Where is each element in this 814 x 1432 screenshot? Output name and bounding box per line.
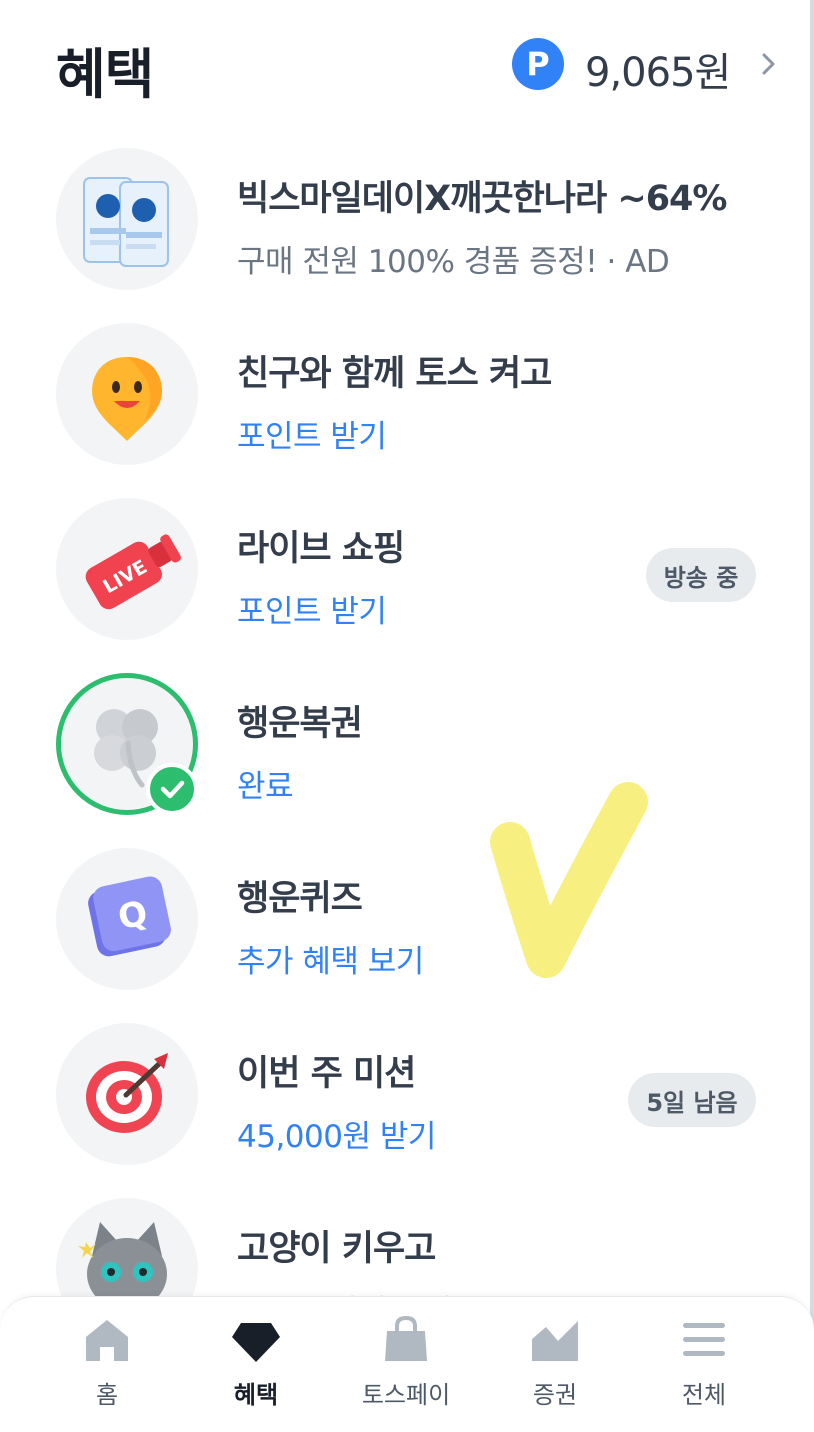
benefit-title: 고양이 키우고 bbox=[237, 1229, 436, 1269]
benefit-item-ad[interactable]: 빅스마일데이X깨끗한나라 ~64% 구매 전원 100% 경품 증정! · AD bbox=[0, 148, 814, 294]
tab-all[interactable]: 전체 bbox=[649, 1315, 759, 1425]
status-badge: 방송 중 bbox=[646, 548, 756, 602]
tab-label: 혜택 bbox=[233, 1381, 279, 1409]
tab-label: 홈 bbox=[95, 1381, 119, 1409]
chevron-right-icon[interactable] bbox=[758, 52, 778, 76]
target-dart-icon bbox=[56, 1023, 198, 1165]
tab-tosspay[interactable]: 토스페이 bbox=[351, 1315, 461, 1425]
benefit-title: 이번 주 미션 bbox=[237, 1054, 416, 1094]
header: 혜택 P 9,065원 bbox=[0, 0, 814, 130]
tissue-product-image bbox=[56, 148, 198, 290]
diamond-icon bbox=[232, 1323, 280, 1362]
benefit-item-weekly-mission[interactable]: 이번 주 미션 45,000원 받기 5일 남음 bbox=[0, 1023, 814, 1169]
tab-label: 전체 bbox=[681, 1381, 727, 1409]
benefit-title: 행운복권 bbox=[237, 704, 363, 744]
benefit-action: 포인트 받기 bbox=[237, 594, 387, 630]
benefit-action: 포인트 받기 bbox=[237, 419, 387, 455]
benefit-action: 45,000원 받기 bbox=[237, 1119, 436, 1155]
chart-icon bbox=[532, 1321, 578, 1361]
yellow-checkmark-annotation bbox=[490, 782, 648, 978]
check-icon bbox=[146, 763, 198, 815]
home-icon bbox=[86, 1320, 128, 1361]
bottom-tab-bar: 홈 혜택 토스페이 증권 전체 bbox=[0, 1296, 814, 1432]
benefit-title: 행운퀴즈 bbox=[237, 879, 363, 919]
status-badge: 5일 남음 bbox=[628, 1073, 756, 1127]
quiz-cube-icon: Q bbox=[56, 848, 198, 990]
benefits-list: 빅스마일데이X깨끗한나라 ~64% 구매 전원 100% 경품 증정! · AD… bbox=[0, 148, 814, 1296]
tab-stocks[interactable]: 증권 bbox=[500, 1315, 610, 1425]
smiley-pin-icon bbox=[56, 323, 198, 465]
benefit-item-quiz[interactable]: Q 행운퀴즈 추가 혜택 보기 bbox=[0, 848, 814, 994]
benefit-action: 무료로 간식 받기 bbox=[237, 1286, 452, 1296]
live-bottle-icon: LIVE bbox=[56, 498, 198, 640]
benefit-item-lottery[interactable]: 행운복권 완료 bbox=[0, 673, 814, 819]
benefit-subtitle: 구매 전원 100% 경품 증정! · AD bbox=[237, 244, 670, 280]
benefit-status: 완료 bbox=[237, 769, 294, 805]
benefit-title: 빅스마일데이X깨끗한나라 ~64% bbox=[237, 179, 727, 219]
menu-icon bbox=[683, 1323, 725, 1356]
page-title: 혜택 bbox=[56, 43, 154, 106]
benefit-action: 추가 혜택 보기 bbox=[237, 944, 424, 980]
benefit-title: 친구와 함께 토스 켜고 bbox=[237, 354, 552, 394]
shopping-bag-icon bbox=[385, 1315, 427, 1361]
tab-label: 토스페이 bbox=[361, 1381, 451, 1409]
tab-home[interactable]: 홈 bbox=[52, 1315, 162, 1425]
point-icon[interactable]: P bbox=[512, 38, 564, 90]
tab-label: 증권 bbox=[532, 1381, 578, 1409]
point-amount[interactable]: 9,065원 bbox=[585, 40, 731, 98]
benefit-item-friends[interactable]: 친구와 함께 토스 켜고 포인트 받기 bbox=[0, 323, 814, 469]
benefit-title: 라이브 쇼핑 bbox=[237, 529, 405, 569]
benefit-item-cat[interactable]: 고양이 키우고 무료로 간식 받기 bbox=[0, 1198, 814, 1296]
tab-benefits[interactable]: 혜택 bbox=[201, 1315, 311, 1425]
benefit-item-live-shopping[interactable]: LIVE 라이브 쇼핑 포인트 받기 방송 중 bbox=[0, 498, 814, 644]
cat-icon bbox=[56, 1198, 198, 1296]
